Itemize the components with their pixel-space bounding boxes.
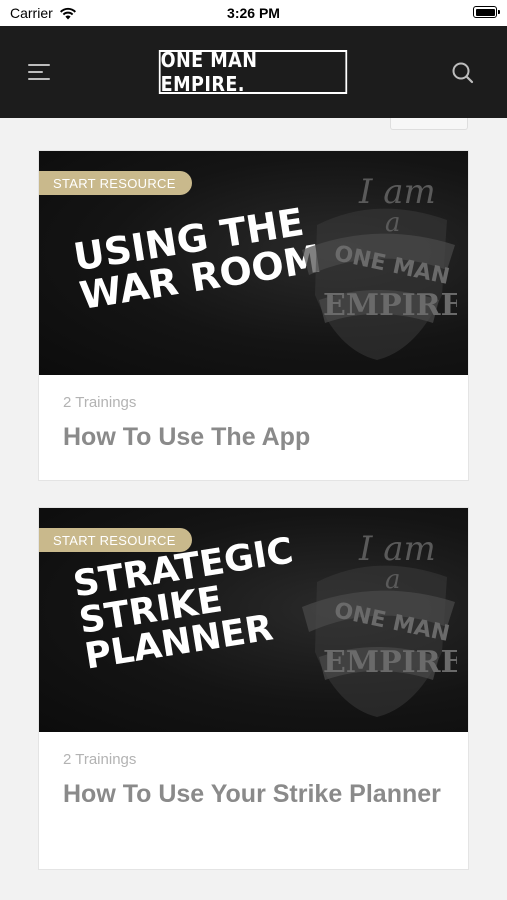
resource-card[interactable]: START RESOURCE STRATEGIC STRIKE PLANNER … bbox=[38, 507, 469, 870]
search-button[interactable] bbox=[450, 60, 476, 86]
battery-icon bbox=[473, 6, 500, 18]
empire-emblem-icon: I am a ONE MAN EMPIRE bbox=[302, 529, 457, 717]
status-bar: Carrier 3:26 PM bbox=[0, 0, 507, 26]
empire-emblem-icon: I am a ONE MAN EMPIRE bbox=[302, 172, 457, 360]
card-title: How To Use The App bbox=[63, 423, 311, 451]
emblem-text: I am bbox=[358, 529, 436, 569]
thumbnail-title: USING THE WAR ROOM bbox=[71, 200, 325, 318]
partial-card-edge bbox=[390, 118, 468, 130]
logo-text: ONE MAN EMPIRE. bbox=[160, 48, 258, 96]
start-resource-badge: START RESOURCE bbox=[39, 171, 192, 195]
menu-icon-bar bbox=[28, 71, 43, 73]
logo[interactable]: ONE MAN EMPIRE. bbox=[158, 48, 348, 96]
menu-button[interactable] bbox=[28, 64, 52, 82]
card-thumbnail: START RESOURCE USING THE WAR ROOM I am a… bbox=[39, 151, 468, 375]
status-time: 3:26 PM bbox=[227, 5, 280, 21]
card-title: How To Use Your Strike Planner bbox=[63, 780, 441, 808]
emblem-text: EMPIRE bbox=[323, 288, 457, 323]
card-thumbnail: START RESOURCE STRATEGIC STRIKE PLANNER … bbox=[39, 508, 468, 732]
thumbnail-title: STRATEGIC STRIKE PLANNER bbox=[71, 530, 307, 678]
menu-icon bbox=[28, 64, 50, 66]
resource-card[interactable]: START RESOURCE USING THE WAR ROOM I am a… bbox=[38, 150, 469, 481]
menu-icon-bar bbox=[28, 78, 50, 80]
emblem-text: I am bbox=[358, 172, 436, 212]
emblem-text: EMPIRE bbox=[323, 645, 457, 680]
search-icon bbox=[452, 62, 474, 84]
emblem-text: a bbox=[385, 565, 401, 595]
app-header: ONE MAN EMPIRE. bbox=[0, 26, 507, 118]
emblem-text: a bbox=[385, 208, 401, 238]
trainings-count: 2 Trainings bbox=[63, 751, 137, 768]
trainings-count: 2 Trainings bbox=[63, 394, 137, 411]
